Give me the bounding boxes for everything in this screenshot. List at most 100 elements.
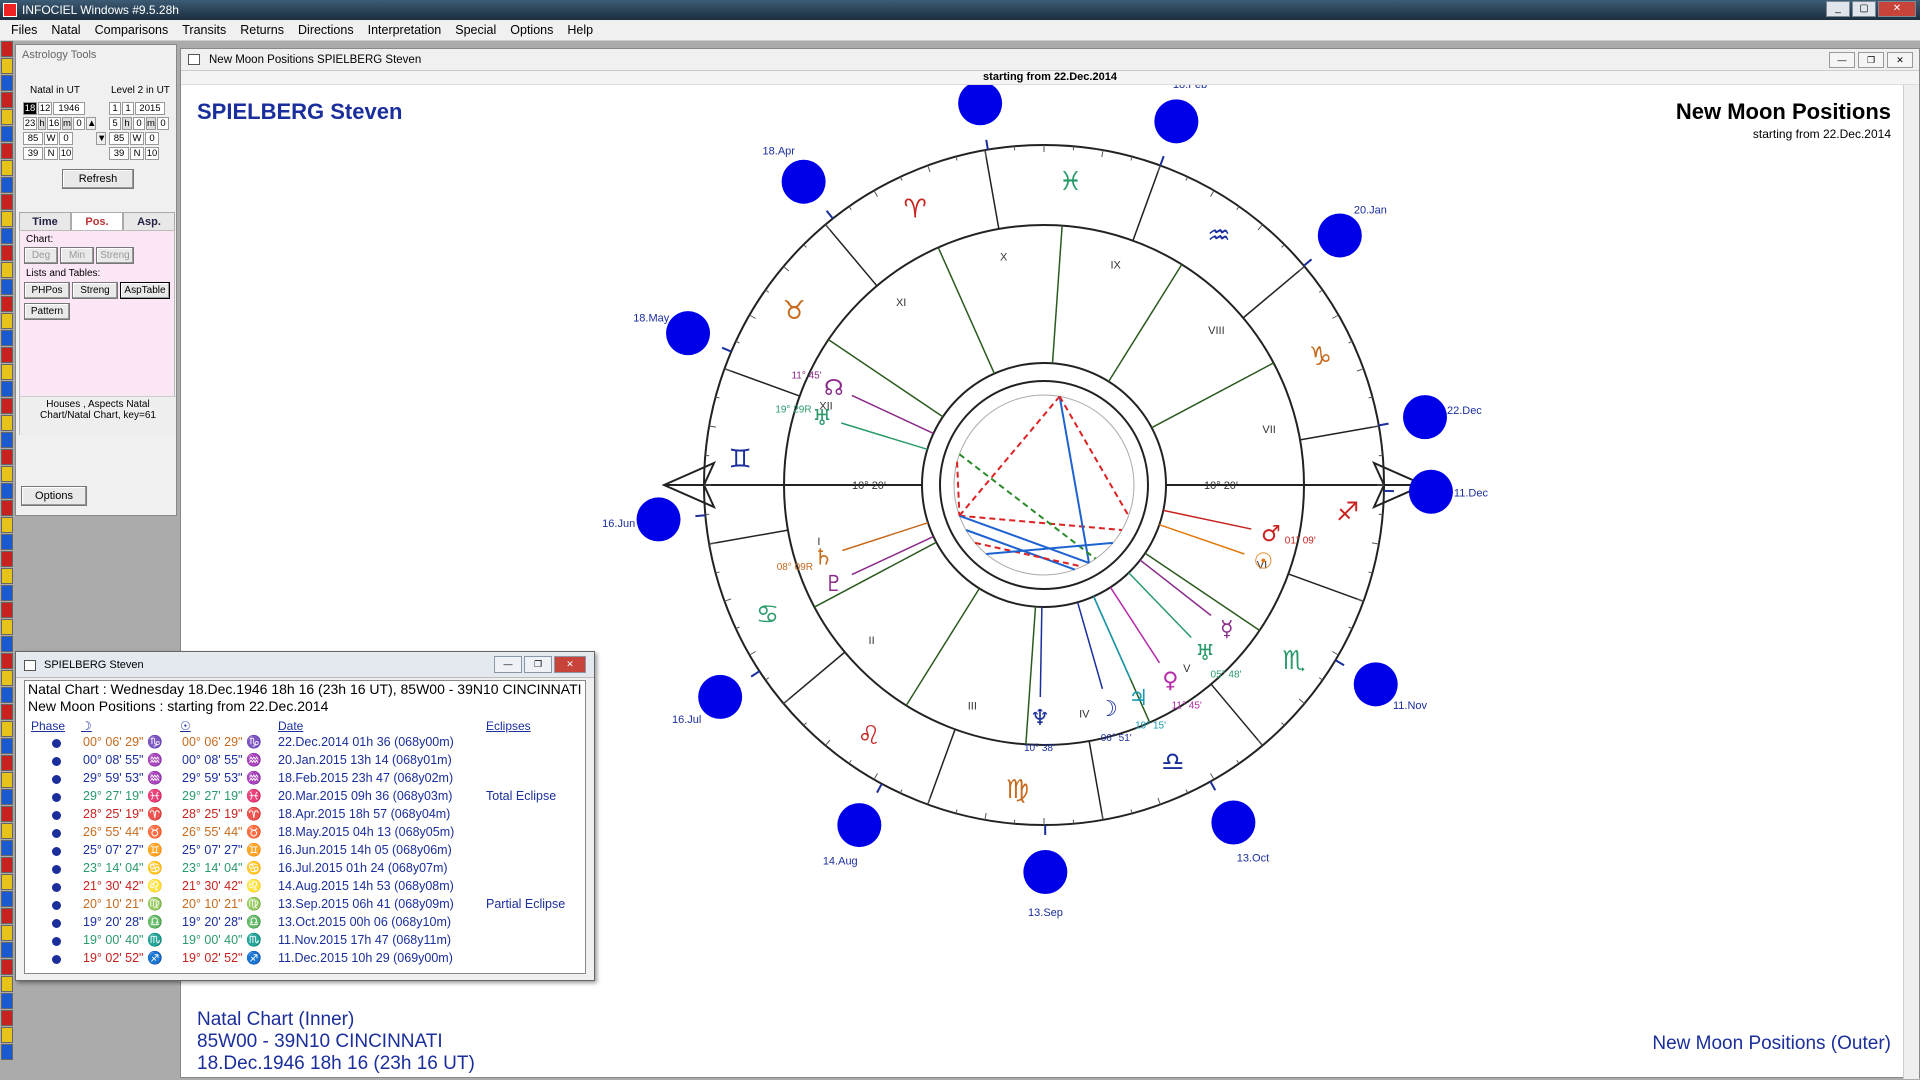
natal-year-field[interactable]: 1946 bbox=[53, 102, 85, 115]
menu-natal[interactable]: Natal bbox=[44, 23, 87, 37]
level2-month-field[interactable]: 1 bbox=[122, 102, 134, 115]
natal-lat-dir[interactable]: N bbox=[44, 147, 58, 160]
menu-comparisons[interactable]: Comparisons bbox=[88, 23, 176, 37]
asptable-button[interactable]: AspTable bbox=[120, 282, 170, 299]
level2-lon-dir[interactable]: W bbox=[130, 132, 144, 145]
vertical-scrollbar[interactable] bbox=[1903, 85, 1919, 1079]
pattern-button[interactable]: Pattern bbox=[24, 303, 70, 320]
degree-tick bbox=[1157, 797, 1161, 805]
table-row[interactable]: 26° 55' 44" ♉ 26° 55' 44" ♉ 18.May.2015 04… bbox=[25, 825, 585, 843]
col-sun[interactable]: ☉ bbox=[180, 719, 191, 733]
natal-lon-field[interactable]: 85 bbox=[23, 132, 43, 145]
menu-help[interactable]: Help bbox=[560, 23, 600, 37]
planet-line bbox=[1128, 572, 1192, 639]
chart-minimize-button[interactable]: — bbox=[1829, 52, 1855, 68]
level2-min-field[interactable]: 0 bbox=[133, 117, 145, 130]
natal-lon-dir[interactable]: W bbox=[44, 132, 58, 145]
menu-interpretation[interactable]: Interpretation bbox=[361, 23, 449, 37]
new-moon-date: 16.Jul.2015 01h 24 (068y07m) bbox=[278, 861, 448, 875]
refresh-button[interactable]: Refresh bbox=[62, 169, 134, 189]
level2-hour-field[interactable]: 5 bbox=[109, 117, 121, 130]
new-moon-dot bbox=[1211, 800, 1256, 845]
natal-hour-field[interactable]: 23 bbox=[23, 117, 37, 130]
chart-close-button[interactable]: ✕ bbox=[1887, 52, 1913, 68]
table-row[interactable]: 21° 30' 42" ♌ 21° 30' 42" ♌ 14.Aug.2015 14… bbox=[25, 879, 585, 897]
table-row[interactable]: 00° 08' 55" ♒ 00° 08' 55" ♒ 20.Jan.2015 13… bbox=[25, 753, 585, 771]
options-button[interactable]: Options bbox=[21, 486, 87, 506]
planet-glyph-icon: ♅ bbox=[812, 406, 832, 431]
degree-tick bbox=[749, 314, 756, 319]
list-restore-button[interactable]: ❐ bbox=[524, 656, 552, 673]
menu-returns[interactable]: Returns bbox=[233, 23, 291, 37]
table-row[interactable]: 23° 14' 04" ♋ 23° 14' 04" ♋ 16.Jul.2015 01… bbox=[25, 861, 585, 879]
sign-divider bbox=[709, 529, 789, 545]
sign-glyph-icon: ♌ bbox=[857, 721, 880, 751]
natal-min-field[interactable]: 16 bbox=[47, 117, 61, 130]
min-button[interactable]: Min bbox=[60, 247, 94, 264]
table-row[interactable]: 19° 02' 52" ♐ 19° 02' 52" ♐ 11.Dec.2015 10… bbox=[25, 951, 585, 969]
col-phase[interactable]: Phase bbox=[31, 719, 65, 733]
level2-lat-field[interactable]: 39 bbox=[109, 147, 129, 160]
level2-lon-min[interactable]: 0 bbox=[145, 132, 159, 145]
list-close-button[interactable]: ✕ bbox=[554, 656, 586, 673]
level2-lat-min[interactable]: 10 bbox=[145, 147, 159, 160]
list-window-controls: — ❐ ✕ bbox=[494, 656, 586, 673]
close-button[interactable]: ✕ bbox=[1878, 1, 1916, 17]
natal-day-field[interactable]: 18 bbox=[23, 102, 37, 115]
tab-time[interactable]: Time bbox=[19, 212, 71, 230]
level2-sec-field[interactable]: 0 bbox=[157, 117, 169, 130]
strip-swatch bbox=[1, 806, 13, 822]
maximize-button[interactable]: ▢ bbox=[1852, 1, 1876, 17]
menu-special[interactable]: Special bbox=[448, 23, 503, 37]
streng-list-button[interactable]: Streng bbox=[72, 282, 118, 299]
level2-day-field[interactable]: 1 bbox=[109, 102, 121, 115]
chart-restore-button[interactable]: ❐ bbox=[1858, 52, 1884, 68]
menu-transits[interactable]: Transits bbox=[175, 23, 233, 37]
sun-position: 29° 59' 53" ♒ bbox=[182, 771, 262, 785]
planet-line bbox=[842, 521, 929, 552]
natal-chart-line: Natal Chart : Wednesday 18.Dec.1946 18h … bbox=[28, 681, 582, 697]
table-row[interactable]: 00° 06' 29" ♑ 00° 06' 29" ♑ 22.Dec.2014 01… bbox=[25, 735, 585, 753]
moon-position: 20° 10' 21" ♍ bbox=[83, 897, 163, 911]
house-number: XI bbox=[896, 297, 906, 309]
menu-options[interactable]: Options bbox=[503, 23, 560, 37]
level2-lon-field[interactable]: 85 bbox=[109, 132, 129, 145]
sun-position: 19° 00' 40" ♏ bbox=[182, 933, 262, 947]
tab-pos[interactable]: Pos. bbox=[71, 212, 123, 230]
minimize-button[interactable]: _ bbox=[1826, 1, 1850, 17]
menu-files[interactable]: Files bbox=[4, 23, 44, 37]
natal-month-field[interactable]: 12 bbox=[38, 102, 52, 115]
table-row[interactable]: 25° 07' 27" ♊ 25° 07' 27" ♊ 16.Jun.2015 14… bbox=[25, 843, 585, 861]
table-row[interactable]: 19° 20' 28" ♎ 19° 20' 28" ♎ 13.Oct.2015 00… bbox=[25, 915, 585, 933]
planet-line bbox=[851, 535, 934, 576]
level2-lat-dir[interactable]: N bbox=[130, 147, 144, 160]
tab-asp[interactable]: Asp. bbox=[123, 212, 175, 230]
table-row[interactable]: 20° 10' 21" ♍ 20° 10' 21" ♍ 13.Sep.2015 06… bbox=[25, 897, 585, 915]
degree-tick bbox=[1236, 206, 1240, 211]
moon-position: 19° 00' 40" ♏ bbox=[83, 933, 163, 947]
col-moon[interactable]: ☽ bbox=[81, 719, 92, 733]
table-row[interactable]: 19° 00' 40" ♏ 19° 00' 40" ♏ 11.Nov.2015 17… bbox=[25, 933, 585, 951]
list-minimize-button[interactable]: — bbox=[494, 656, 522, 673]
table-row[interactable]: 29° 27' 19" ♓ 29° 27' 19" ♓ 20.Mar.2015 09… bbox=[25, 789, 585, 807]
sign-divider bbox=[1242, 265, 1305, 319]
table-row[interactable]: 28° 25' 19" ♈ 28° 25' 19" ♈ 18.Apr.2015 18… bbox=[25, 807, 585, 825]
streng-chart-button[interactable]: Streng bbox=[96, 247, 134, 264]
natal-spin-up-icon[interactable]: ▲ bbox=[86, 117, 96, 130]
sun-position: 21° 30' 42" ♌ bbox=[182, 879, 262, 893]
new-moon-dot bbox=[666, 311, 711, 356]
natal-lat-min[interactable]: 10 bbox=[59, 147, 73, 160]
level2-spin-down-icon[interactable]: ▼ bbox=[96, 132, 106, 145]
natal-lon-min[interactable]: 0 bbox=[59, 132, 73, 145]
degree-tick bbox=[1318, 677, 1323, 681]
menu-directions[interactable]: Directions bbox=[291, 23, 361, 37]
degree-tick bbox=[803, 722, 807, 726]
col-date[interactable]: Date bbox=[278, 719, 303, 733]
table-row[interactable]: 29° 59' 53" ♒ 29° 59' 53" ♒ 18.Feb.2015 23… bbox=[25, 771, 585, 789]
col-eclipses[interactable]: Eclipses bbox=[486, 719, 531, 733]
natal-sec-field[interactable]: 0 bbox=[73, 117, 85, 130]
deg-button[interactable]: Deg bbox=[24, 247, 58, 264]
level2-year-field[interactable]: 2015 bbox=[135, 102, 165, 115]
natal-lat-field[interactable]: 39 bbox=[23, 147, 43, 160]
phpos-button[interactable]: PHPos bbox=[24, 282, 70, 299]
